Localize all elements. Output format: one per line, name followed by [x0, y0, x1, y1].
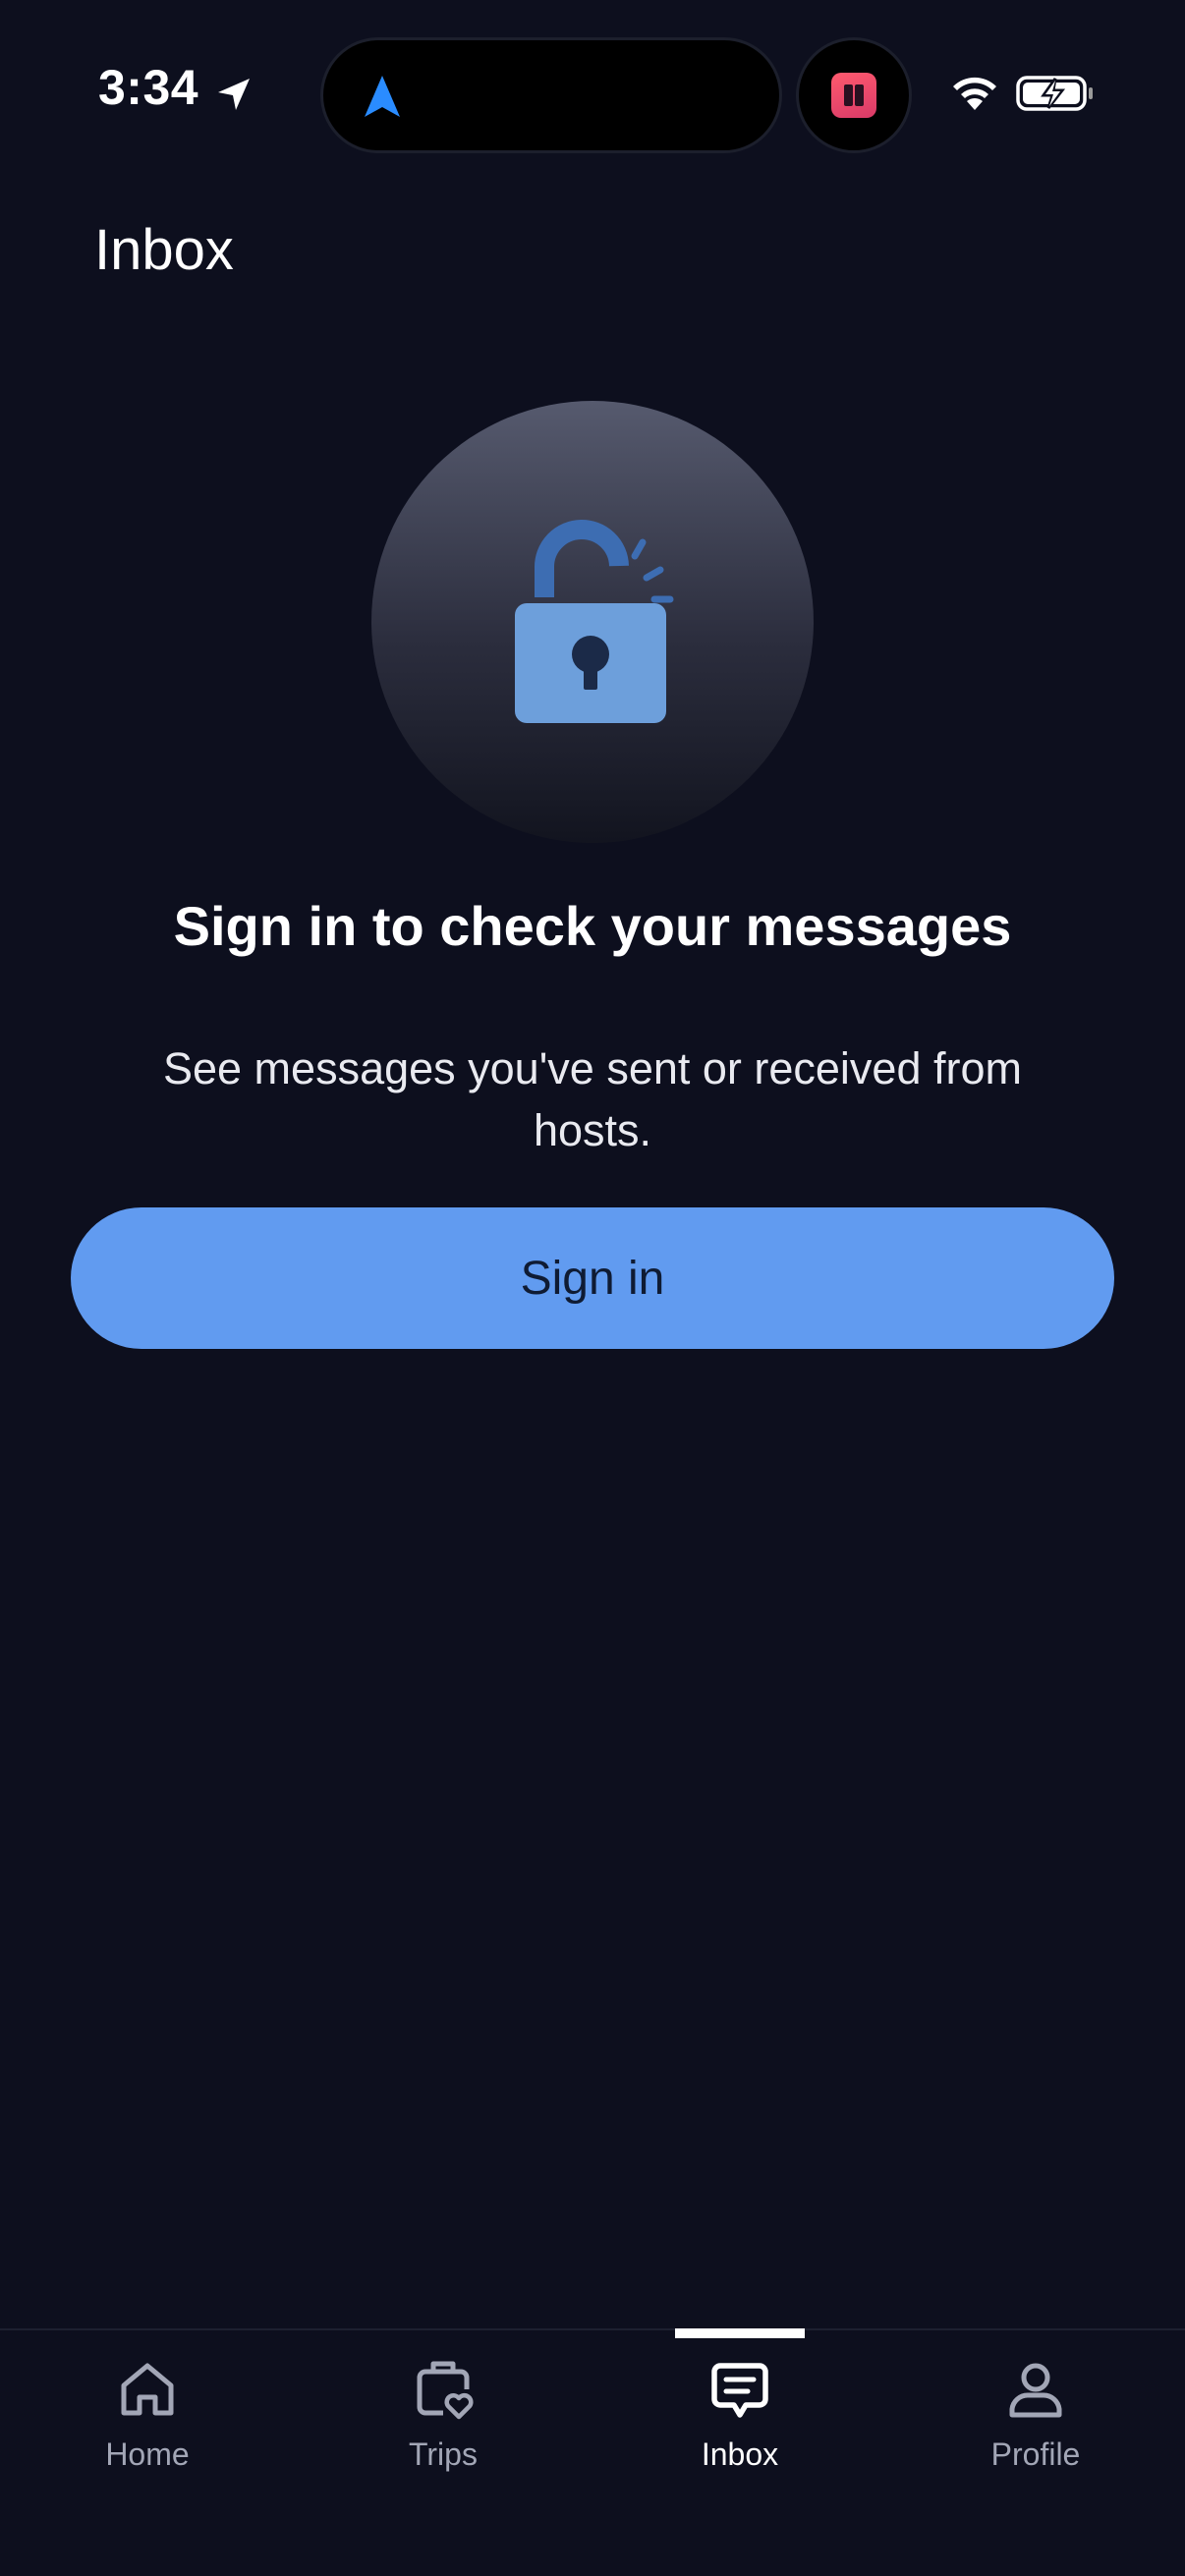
tab-bar: Home Trips Inbox Profile — [0, 2328, 1185, 2576]
tab-inbox[interactable]: Inbox — [592, 2330, 887, 2507]
wifi-icon — [953, 77, 996, 110]
tab-label: Profile — [990, 2436, 1081, 2472]
status-time: 3:34 — [98, 60, 199, 115]
tab-home[interactable]: Home — [0, 2330, 295, 2507]
dynamic-island[interactable] — [320, 37, 782, 153]
profile-person-icon — [1009, 2363, 1062, 2418]
live-activity-bubble[interactable] — [796, 37, 912, 153]
inbox-message-icon — [711, 2363, 768, 2418]
tab-label: Inbox — [701, 2436, 779, 2472]
tab-profile[interactable]: Profile — [888, 2330, 1183, 2507]
empty-state-subtext: See messages you've sent or received fro… — [162, 1043, 1022, 1155]
tab-label: Home — [105, 2436, 190, 2472]
home-icon — [121, 2363, 174, 2416]
status-bar: 3:34 — [0, 0, 1185, 187]
inbox-screen: 3:34 Inbox Sign in to check your message… — [0, 0, 1185, 2576]
sign-in-button[interactable]: Sign in — [71, 1207, 1114, 1349]
unlocked-padlock-icon — [515, 520, 674, 723]
tab-trips[interactable]: Trips — [296, 2330, 591, 2507]
tab-label: Trips — [409, 2436, 478, 2472]
location-arrow-icon — [218, 79, 250, 110]
empty-state-heading: Sign in to check your messages — [173, 895, 1012, 957]
trips-luggage-heart-icon — [417, 2361, 474, 2420]
app-activity-icon — [831, 73, 876, 118]
battery-charging-icon — [1016, 76, 1093, 111]
page-title: Inbox — [94, 218, 234, 282]
lock-illustration — [371, 401, 814, 843]
navigation-arrow-icon — [365, 76, 400, 117]
